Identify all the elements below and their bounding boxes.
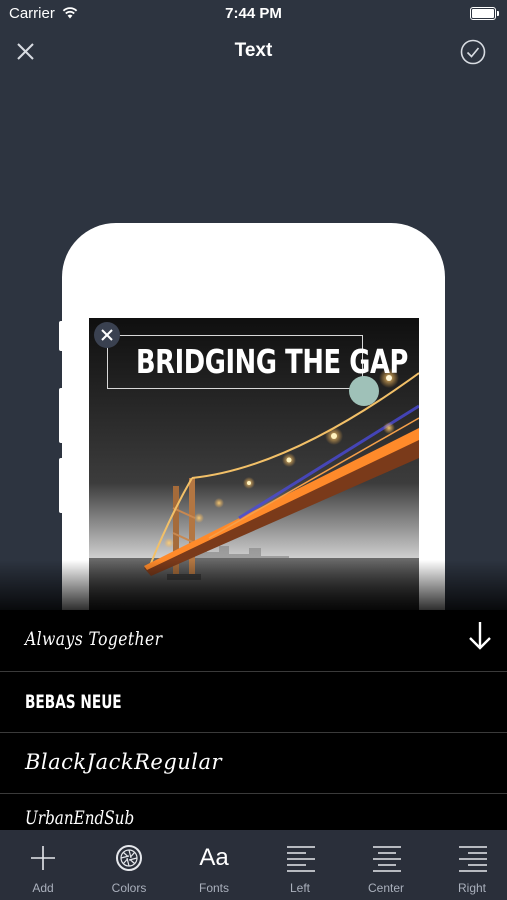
color-wheel-icon bbox=[116, 845, 142, 871]
toolbar-fonts-button[interactable]: Aa Fonts bbox=[172, 830, 256, 900]
panel-fade bbox=[0, 560, 507, 612]
checkmark-circle-icon bbox=[460, 39, 486, 65]
toolbar-label: Center bbox=[367, 881, 405, 895]
font-item-label: Always Together bbox=[25, 628, 163, 650]
font-item-label: BlackJackRegular bbox=[25, 750, 223, 774]
confirm-button[interactable] bbox=[459, 38, 487, 66]
phone-mute-switch bbox=[59, 321, 64, 351]
close-icon bbox=[101, 329, 113, 341]
toolbar-align-center-button[interactable]: Center bbox=[344, 830, 428, 900]
align-right-icon bbox=[459, 846, 487, 872]
toolbar-align-left-button[interactable]: Left bbox=[258, 830, 342, 900]
resize-handle[interactable] bbox=[349, 376, 379, 406]
align-left-icon bbox=[287, 846, 315, 872]
toolbar-align-right-button[interactable]: Right bbox=[430, 830, 507, 900]
font-item-bebas-neue[interactable]: BEBAS NEUE bbox=[0, 671, 507, 733]
status-time: 7:44 PM bbox=[225, 5, 282, 22]
align-center-icon bbox=[373, 846, 401, 872]
toolbar-label: Colors bbox=[111, 881, 147, 895]
delete-text-button[interactable] bbox=[94, 322, 120, 348]
battery-icon bbox=[470, 7, 499, 20]
page-title: Text bbox=[234, 40, 273, 61]
bottom-toolbar: Add Colors Aa Fonts Left Center Right bbox=[0, 830, 507, 900]
font-item-partial[interactable]: UrbanEndSub bbox=[0, 793, 507, 832]
toolbar-label: Add bbox=[32, 881, 54, 895]
toolbar-label: Fonts bbox=[198, 881, 229, 895]
font-item-label: UrbanEndSub bbox=[25, 807, 135, 829]
toolbar-label: Right bbox=[457, 881, 486, 895]
phone-volume-down bbox=[59, 458, 64, 513]
toolbar-add-button[interactable]: Add bbox=[1, 830, 85, 900]
font-item-blackjack[interactable]: BlackJackRegular bbox=[0, 732, 507, 794]
toolbar-label: Left bbox=[289, 881, 310, 895]
status-bar: Carrier 7:44 PM bbox=[0, 0, 507, 28]
font-list[interactable]: Always Together BEBAS NEUE BlackJackRegu… bbox=[0, 610, 507, 832]
font-item-always-together[interactable]: Always Together bbox=[0, 610, 507, 672]
font-aa-icon: Aa bbox=[199, 844, 229, 871]
arrow-down-icon[interactable] bbox=[467, 618, 493, 654]
text-selection-box[interactable]: BRIDGING THE GAP bbox=[107, 335, 408, 389]
headline-text[interactable]: BRIDGING THE GAP bbox=[136, 342, 408, 381]
font-item-label: BEBAS NEUE bbox=[25, 691, 122, 713]
phone-volume-up bbox=[59, 388, 64, 443]
plus-icon bbox=[31, 846, 55, 870]
toolbar-colors-button[interactable]: Colors bbox=[87, 830, 171, 900]
